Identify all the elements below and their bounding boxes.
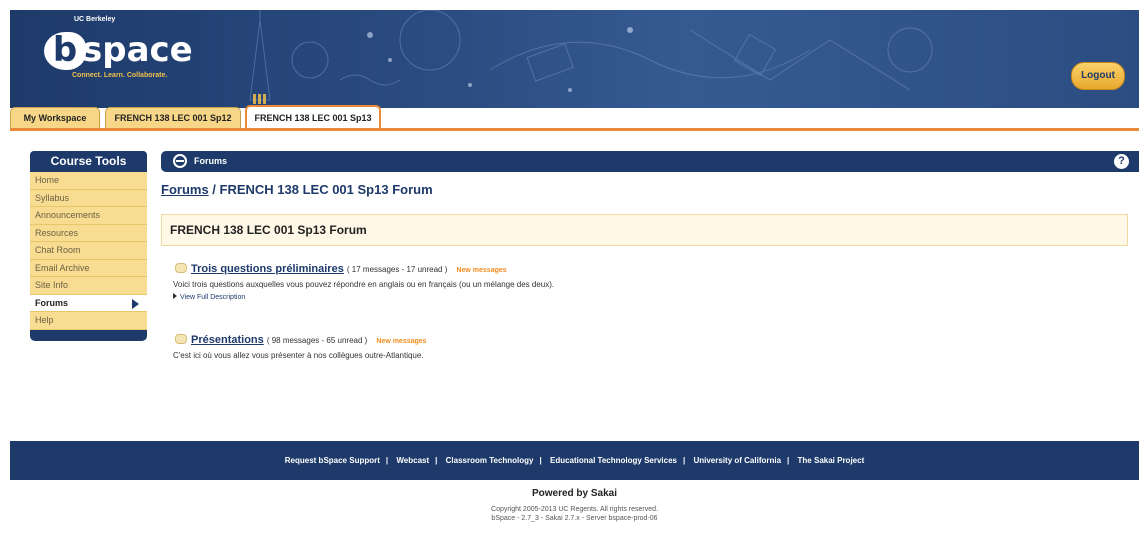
footer-separator: |	[539, 456, 542, 465]
tab-underline	[10, 128, 1139, 131]
current-arrow-icon	[132, 298, 139, 309]
topic-title-line: Trois questions préliminaires ( 17 messa…	[191, 263, 554, 275]
footer-links-bar: Request bSpace Support | Webcast | Classro…	[10, 441, 1139, 480]
course-tools-sidebar: Course Tools Home Syllabus Announcements…	[30, 151, 147, 341]
sidebar-item-forums[interactable]: Forums	[30, 294, 147, 312]
breadcrumb-forums-link[interactable]: Forums	[161, 182, 209, 197]
tagline: Connect. Learn. Collaborate.	[72, 72, 168, 79]
forums-tool-icon	[173, 154, 187, 168]
sidebar-title: Course Tools	[30, 151, 147, 172]
footer-link-uc[interactable]: University of California	[688, 456, 786, 465]
breadcrumb: Forums / FRENCH 138 LEC 001 Sp13 Forum	[161, 182, 1139, 197]
footer-link-sakai[interactable]: The Sakai Project	[793, 456, 870, 465]
topic-title-link[interactable]: Trois questions préliminaires	[191, 263, 344, 275]
topic-bubble-icon	[175, 334, 187, 344]
sidebar-item-forums-label: Forums	[35, 297, 69, 308]
view-full-description-link[interactable]: View Full Description	[173, 293, 554, 301]
breadcrumb-current: FRENCH 138 LEC 001 Sp13 Forum	[219, 182, 433, 197]
sidebar-footer	[30, 329, 147, 341]
topic-bubble-icon	[175, 263, 187, 273]
new-messages-badge: New messages	[456, 267, 507, 274]
new-messages-badge: New messages	[376, 338, 427, 345]
footer-separator: |	[682, 456, 686, 465]
forum-title-box: FRENCH 138 LEC 001 Sp13 Forum	[161, 214, 1128, 246]
tool-header: Forums ?	[161, 151, 1139, 172]
bspace-logo[interactable]: b space	[36, 22, 193, 72]
topic-title-line: Présentations ( 98 messages - 65 unread …	[191, 334, 427, 346]
sidebar-item-site-info[interactable]: Site Info	[30, 277, 147, 295]
footer-separator: |	[385, 456, 389, 465]
footer-link-ets[interactable]: Educational Technology Services	[545, 456, 682, 465]
topic-meta: ( 98 messages - 65 unread )	[266, 336, 368, 345]
sidebar-item-email-archive[interactable]: Email Archive	[30, 259, 147, 277]
tab-french-sp13[interactable]: FRENCH 138 LEC 001 Sp13	[245, 105, 381, 130]
tab-my-workspace[interactable]: My Workspace	[10, 107, 100, 129]
topic-item: Présentations ( 98 messages - 65 unread …	[173, 334, 427, 360]
tab-french-sp12[interactable]: FRENCH 138 LEC 001 Sp12	[105, 107, 241, 129]
logo-b-mark: b	[44, 32, 86, 70]
copyright-text: Copyright 2005-2013 UC Regents. All righ…	[491, 506, 658, 513]
site-tabs: My Workspace FRENCH 138 LEC 001 Sp12 FRE…	[10, 105, 1139, 130]
sidebar-item-home[interactable]: Home	[30, 172, 147, 190]
sidebar-item-chat-room[interactable]: Chat Room	[30, 242, 147, 260]
topic-item: Trois questions préliminaires ( 17 messa…	[173, 263, 554, 301]
footer-link-classroom-tech[interactable]: Classroom Technology	[441, 456, 539, 465]
tool-title: Forums	[194, 156, 228, 166]
sidebar-item-syllabus[interactable]: Syllabus	[30, 189, 147, 207]
main-content: Forums ? Forums / FRENCH 138 LEC 001 Sp1…	[161, 151, 1139, 360]
footer-separator: |	[787, 456, 790, 465]
sidebar-item-resources[interactable]: Resources	[30, 224, 147, 242]
logo-space-text: space	[82, 30, 193, 70]
footer-link-webcast[interactable]: Webcast	[391, 456, 434, 465]
footer-link-support[interactable]: Request bSpace Support	[280, 456, 385, 465]
breadcrumb-separator: /	[208, 182, 220, 197]
version-text: bSpace - 2.7_3 - Sakai 2.7.x - Server bs…	[491, 515, 658, 522]
topic-description: Voici trois questions auxquelles vous po…	[173, 280, 555, 289]
topic-meta: ( 17 messages - 17 unread )	[346, 265, 448, 274]
footer-separator: |	[435, 456, 438, 465]
header-banner: UC Berkeley b space Connect. Learn. Coll…	[10, 10, 1139, 108]
logout-button[interactable]: Logout	[1071, 62, 1125, 90]
sidebar-item-announcements[interactable]: Announcements	[30, 207, 147, 225]
help-icon[interactable]: ?	[1114, 154, 1129, 169]
copyright-block: Copyright 2005-2013 UC Regents. All righ…	[10, 505, 1139, 523]
powered-by: Powered by Sakai	[531, 488, 618, 499]
sidebar-item-help[interactable]: Help	[30, 312, 147, 330]
topic-title-link[interactable]: Présentations	[191, 334, 264, 346]
topic-description: C'est ici où vous allez vous présenter à…	[173, 351, 424, 360]
